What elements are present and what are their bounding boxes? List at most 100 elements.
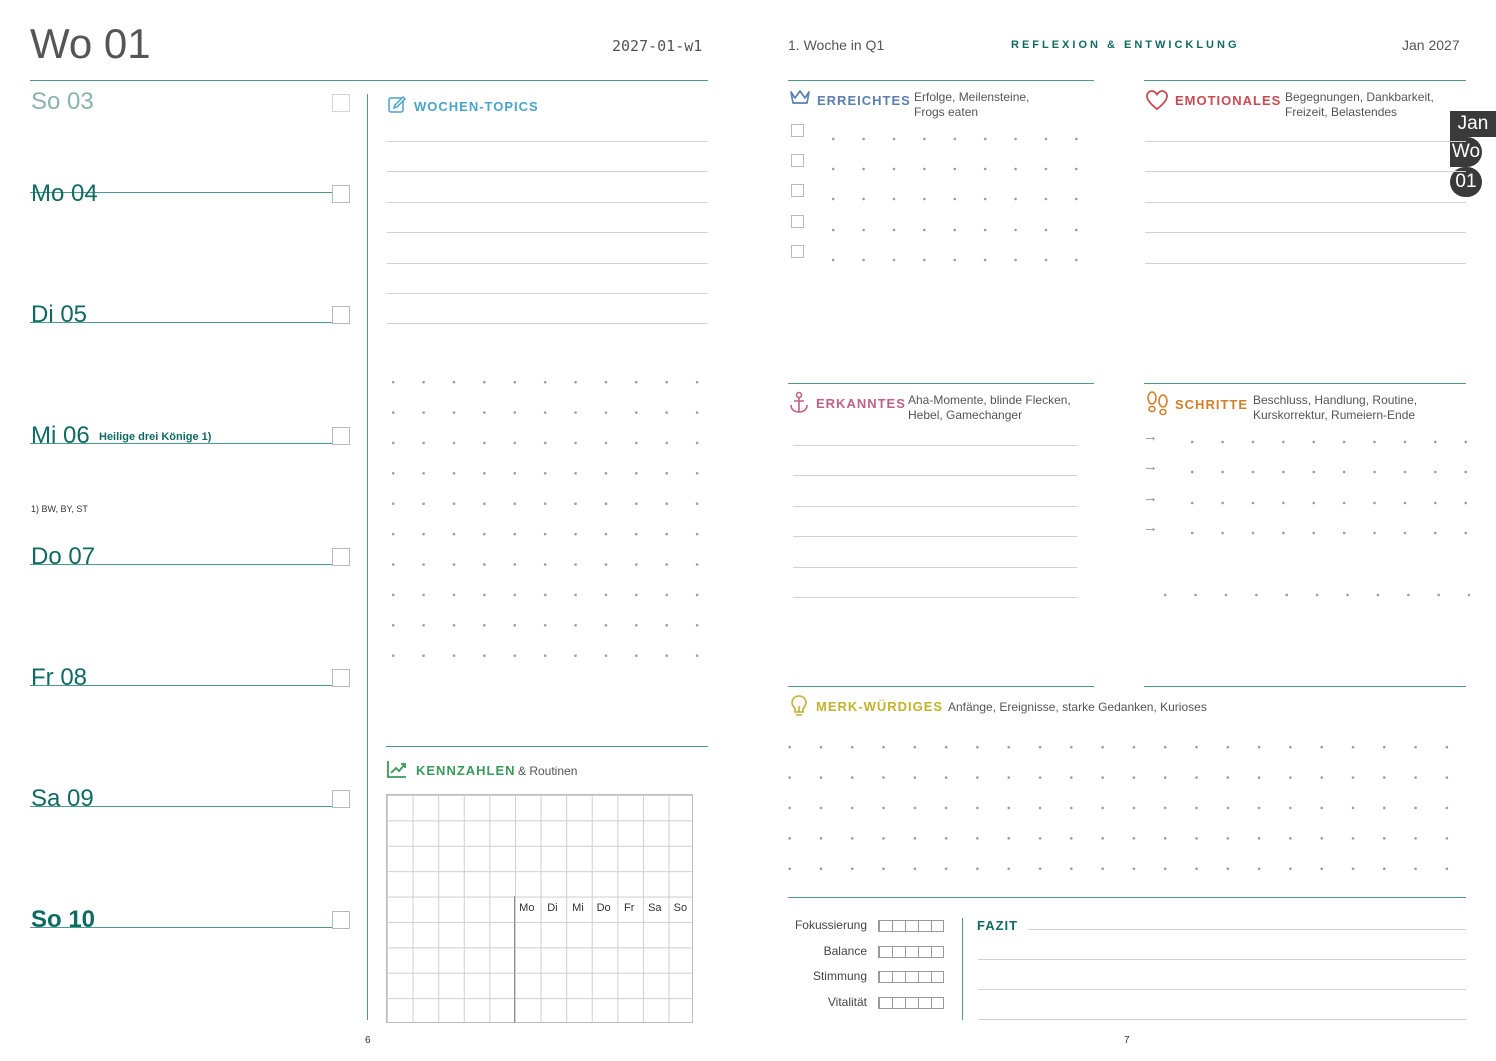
day-checkbox[interactable] [332, 911, 350, 929]
schritte-dots [1177, 436, 1472, 448]
erkanntes-label: ERKANNTES [816, 396, 906, 411]
anchor-icon [788, 391, 810, 420]
page-heading: REFLEXION & ENTWICKLUNG [1011, 39, 1240, 51]
heart-icon [1145, 89, 1169, 116]
weekday-header: Mo [519, 901, 535, 914]
erkanntes-line [793, 445, 1077, 446]
erkanntes-desc-1: Aha-Momente, blinde Flecken, [908, 393, 1071, 407]
pencil-icon [387, 95, 407, 120]
rating-label: Balance [823, 943, 867, 958]
arrow-right-icon: → [1143, 458, 1158, 476]
schritte-dots [1177, 496, 1472, 509]
erreichtes-dots [818, 253, 1086, 266]
emotionales-line [1145, 232, 1466, 234]
erkanntes-line [793, 597, 1077, 598]
weekday-header: Mi [572, 901, 584, 914]
kennzahlen-rule [386, 746, 708, 747]
month-label: Jan 2027 [1402, 37, 1460, 53]
emotionales-line [1145, 262, 1466, 264]
weekday-header: Di [547, 901, 558, 914]
weekday-header: Sa [648, 901, 662, 914]
day-label: Mo 04 [31, 180, 98, 207]
weekday-separator [514, 895, 515, 1023]
erreichtes-checkbox[interactable] [791, 124, 804, 137]
rating-label: Stimmung [812, 969, 867, 984]
day-label: Mi 06 [31, 422, 90, 449]
chart-trend-icon [386, 759, 408, 784]
column-divider [367, 94, 368, 1020]
rating-label: Vitalität [827, 995, 867, 1010]
lightbulb-icon [790, 694, 808, 723]
week-code: 2027-01-w1 [612, 37, 703, 55]
erreichtes-desc-1: Erfolge, Meilensteine, [914, 90, 1030, 104]
emotionales-label: EMOTIONALES [1175, 93, 1282, 108]
erreichtes-dots [818, 193, 1086, 206]
weekday-header: Do [596, 901, 611, 914]
rating-scale[interactable] [878, 971, 944, 984]
erkanntes-desc-2: Hebel, Gamechanger [908, 408, 1023, 422]
schritte-dots [1177, 466, 1472, 479]
erkanntes-line [793, 536, 1077, 538]
topic-line [387, 262, 708, 264]
schritte-desc-2: Kurskorrektur, Rumeiern-Ende [1253, 408, 1416, 422]
crown-icon [789, 88, 811, 111]
day-checkbox[interactable] [332, 669, 350, 687]
rating-scale[interactable] [878, 997, 944, 1010]
day-label: Sa 09 [31, 785, 94, 812]
erreichtes-desc-2: Frogs eaten [914, 105, 979, 119]
erreichtes-checkbox[interactable] [791, 244, 804, 258]
day-checkbox[interactable] [332, 306, 350, 324]
week-title: Wo 01 [30, 20, 151, 67]
erreichtes-checkbox[interactable] [791, 154, 804, 168]
arrow-right-icon: → [1143, 428, 1158, 445]
day-checkbox[interactable] [332, 94, 350, 112]
holiday-footnote: 1) BW, BY, ST [31, 504, 88, 514]
day-checkbox[interactable] [332, 790, 350, 808]
topics-dot-grid [378, 367, 708, 671]
arrow-right-icon: → [1143, 488, 1158, 506]
fazit-label: FAZIT [977, 918, 1019, 933]
footsteps-icon [1145, 390, 1171, 421]
fazit-divider [962, 918, 963, 1020]
erkanntes-line [793, 505, 1077, 507]
rating-scale[interactable] [878, 920, 944, 932]
emotionales-desc-2: Freizeit, Belastendes [1285, 105, 1398, 119]
topic-line [387, 232, 708, 234]
erreichtes-label: ERREICHTES [817, 93, 911, 108]
day-checkbox[interactable] [332, 548, 350, 566]
kennzahlen-label: KENNZAHLEN [416, 763, 516, 778]
erkanntes-line [793, 475, 1077, 477]
schritte-dots [1177, 527, 1472, 540]
erreichtes-checkbox[interactable] [791, 214, 804, 228]
topic-line [387, 171, 708, 173]
merk-desc: Anfänge, Ereignisse, starke Gedanken, Ku… [948, 700, 1207, 714]
merk-label: MERK-WÜRDIGES [816, 699, 944, 714]
page-number-left: 6 [365, 1035, 371, 1046]
erreichtes-dots [818, 133, 1086, 145]
erkanntes-line [793, 566, 1077, 568]
topic-line [387, 293, 708, 294]
erreichtes-dots [818, 223, 1086, 236]
day-label: Do 07 [31, 543, 96, 570]
kennzahlen-sub: & Routinen [518, 764, 578, 778]
topic-line [387, 323, 708, 325]
weekday-header: Fr [623, 901, 635, 914]
day-label: So 10 [31, 906, 96, 933]
schritte-dot-row [1150, 580, 1470, 610]
day-checkbox[interactable] [332, 427, 350, 445]
emotionales-line [1145, 201, 1466, 203]
holiday-note: Heilige drei Könige 1) [99, 431, 212, 443]
topic-line [387, 201, 708, 203]
emotionales-line [1145, 171, 1466, 173]
merk-dot-grid [774, 732, 1474, 884]
emotionales-desc-1: Begegnungen, Dankbarkeit, [1285, 90, 1434, 104]
topic-line [387, 141, 708, 142]
rating-scale[interactable] [878, 945, 944, 958]
erreichtes-checkbox[interactable] [791, 184, 804, 198]
tab-month[interactable]: Jan [1450, 111, 1496, 137]
schritte-label: SCHRITTE [1175, 397, 1248, 412]
rating-label: Fokussierung [794, 918, 867, 932]
day-checkbox[interactable] [332, 185, 350, 203]
erreichtes-dots [818, 163, 1086, 176]
arrow-right-icon: → [1143, 519, 1158, 537]
